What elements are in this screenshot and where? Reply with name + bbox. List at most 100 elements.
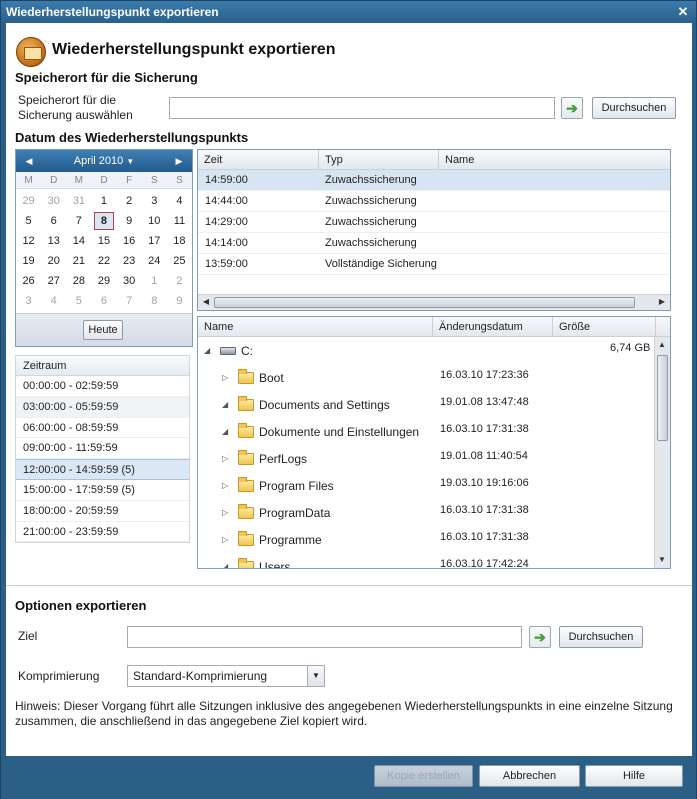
calendar-day[interactable]: 23 [117,251,142,271]
calendar-day[interactable]: 9 [117,211,142,231]
calendar-day[interactable]: 15 [91,231,116,251]
calendar-day[interactable]: 28 [66,271,91,291]
session-row[interactable]: 14:29:00 Zuwachssicherung [198,212,670,233]
backup-location-input[interactable] [169,97,555,119]
calendar-day[interactable]: 29 [16,191,41,211]
column-header-size[interactable]: Größe [553,317,656,337]
calendar-day[interactable]: 19 [16,251,41,271]
calendar-day[interactable]: 4 [41,291,66,311]
calendar-day[interactable]: 13 [41,231,66,251]
calendar-day[interactable]: 6 [91,291,116,311]
calendar-day[interactable]: 31 [66,191,91,211]
calendar-day[interactable]: 16 [117,231,142,251]
expand-arrow-icon[interactable]: ▷ [222,446,228,472]
calendar-day[interactable]: 5 [66,291,91,311]
scroll-left-icon[interactable]: ◀ [199,295,213,309]
calendar-day[interactable]: 8 [142,291,167,311]
file-tree-vertical-scrollbar[interactable]: ▲ ▼ [654,337,670,568]
calendar-day[interactable]: 4 [167,191,192,211]
calendar-day[interactable]: 26 [16,271,41,291]
calendar-day[interactable]: 2 [117,191,142,211]
calendar-day[interactable]: 6 [41,211,66,231]
column-header-time[interactable]: Zeit [198,150,319,170]
calendar-day[interactable]: 7 [66,211,91,231]
help-button[interactable]: Hilfe [585,765,683,787]
target-go-button[interactable]: ➔ [529,626,551,648]
calendar-day[interactable]: 1 [142,271,167,291]
target-browse-button[interactable]: Durchsuchen [559,626,643,648]
calendar-day[interactable]: 25 [167,251,192,271]
calendar-day[interactable]: 3 [142,191,167,211]
column-header-name[interactable]: Name [439,150,670,170]
scroll-down-icon[interactable]: ▼ [655,553,669,567]
folder-row[interactable]: ▷ Program Files 19.03.10 19:16:06 [198,473,656,499]
calendar-month-label[interactable]: April 2010 ▼ [74,155,135,167]
expand-arrow-icon[interactable]: ▷ [222,473,228,499]
folder-row[interactable]: ◢ Documents and Settings 19.01.08 13:47:48 [198,392,656,418]
calendar-day[interactable]: 2 [167,271,192,291]
time-range-item[interactable]: 18:00:00 - 20:59:59 [16,501,189,522]
calendar-day[interactable]: 9 [167,291,192,311]
session-row[interactable]: 13:59:00 Vollständige Sicherung [198,254,670,275]
time-range-item[interactable]: 21:00:00 - 23:59:59 [16,522,189,543]
time-range-item[interactable]: 06:00:00 - 08:59:59 [16,418,189,439]
calendar-day[interactable]: 22 [91,251,116,271]
calendar-day[interactable]: 30 [117,271,142,291]
calendar-day[interactable]: 5 [16,211,41,231]
collapse-arrow-icon[interactable]: ◢ [222,392,228,418]
folder-row[interactable]: ▷ Programme 16.03.10 17:31:38 [198,527,656,553]
column-header-modified[interactable]: Änderungsdatum [433,317,553,337]
folder-row[interactable]: ◢ Users 16.03.10 17:42:24 [198,554,656,568]
column-header-type[interactable]: Typ [319,150,439,170]
time-range-item[interactable]: 03:00:00 - 05:59:59 [16,396,189,418]
sessions-scroll-thumb[interactable] [214,297,635,308]
time-range-item[interactable]: 09:00:00 - 11:59:59 [16,438,189,460]
session-row[interactable]: 14:44:00 Zuwachssicherung [198,191,670,212]
calendar-day[interactable]: 14 [66,231,91,251]
close-icon[interactable]: ✕ [676,5,690,19]
cancel-button[interactable]: Abbrechen [479,765,580,787]
calendar-prev-icon[interactable]: ◀ [20,150,38,172]
file-tree-scroll-thumb[interactable] [657,355,668,441]
expand-arrow-icon[interactable]: ▷ [222,500,228,526]
expand-arrow-icon[interactable]: ▷ [222,365,228,391]
time-range-item[interactable]: 00:00:00 - 02:59:59 [16,376,189,397]
calendar-day[interactable]: 12 [16,231,41,251]
calendar-day[interactable]: 18 [167,231,192,251]
calendar-next-icon[interactable]: ▶ [170,150,188,172]
drive-row[interactable]: ◢ C: 6,74 GB [198,338,656,364]
collapse-arrow-icon[interactable]: ◢ [222,419,228,445]
session-row[interactable]: 14:14:00 Zuwachssicherung [198,233,670,254]
calendar-day[interactable]: 8 [94,212,114,230]
collapse-arrow-icon[interactable]: ◢ [204,338,210,364]
today-button[interactable]: Heute [83,320,123,340]
time-range-item[interactable]: 15:00:00 - 17:59:59 (5) [16,480,189,501]
calendar-day[interactable]: 20 [41,251,66,271]
calendar-day[interactable]: 7 [117,291,142,311]
calendar-day[interactable]: 10 [142,211,167,231]
create-copy-button[interactable]: Kopie erstellen [374,765,473,787]
folder-row[interactable]: ▷ Boot 16.03.10 17:23:36 [198,365,656,391]
expand-arrow-icon[interactable]: ▷ [222,527,228,553]
calendar-day[interactable]: 3 [16,291,41,311]
calendar-day[interactable]: 24 [142,251,167,271]
calendar-day[interactable]: 17 [142,231,167,251]
folder-row[interactable]: ▷ PerfLogs 19.01.08 11:40:54 [198,446,656,472]
column-header-file-name[interactable]: Name [198,317,433,337]
calendar-day[interactable]: 21 [66,251,91,271]
target-input[interactable] [127,626,522,648]
backup-location-browse-button[interactable]: Durchsuchen [592,97,676,119]
time-range-item[interactable]: 12:00:00 - 14:59:59 (5) [16,459,189,480]
scroll-up-icon[interactable]: ▲ [655,338,669,352]
compression-select[interactable]: Standard-Komprimierung ▼ [127,665,325,687]
folder-row[interactable]: ◢ Dokumente und Einstellungen 16.03.10 17:… [198,419,656,445]
folder-row[interactable]: ▷ ProgramData 16.03.10 17:31:38 [198,500,656,526]
scroll-right-icon[interactable]: ▶ [655,295,669,309]
calendar-day[interactable]: 11 [167,211,192,231]
calendar-day[interactable]: 1 [91,191,116,211]
collapse-arrow-icon[interactable]: ◢ [222,554,228,568]
calendar-day[interactable]: 27 [41,271,66,291]
calendar-day[interactable]: 30 [41,191,66,211]
backup-location-go-button[interactable]: ➔ [561,97,583,119]
calendar-day[interactable]: 29 [91,271,116,291]
